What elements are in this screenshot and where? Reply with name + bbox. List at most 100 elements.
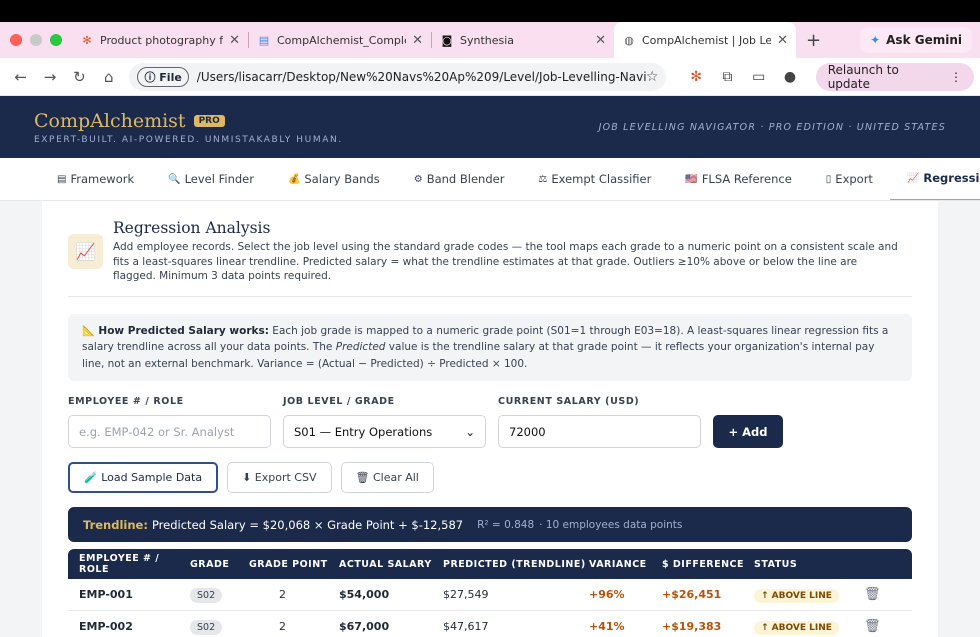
close-tab-icon[interactable]: ✕ (229, 33, 240, 48)
section-title: Regression Analysis (113, 219, 271, 237)
globe-icon: ◍ (624, 33, 634, 47)
employee-id: EMP-001 (79, 588, 133, 601)
os-top-strip (0, 0, 980, 22)
site-info-label: File (159, 70, 182, 84)
browser-tab-compalchemist-doc[interactable]: ▤ CompAlchemist_Comple ✕ (249, 22, 431, 58)
col-status: STATUS (754, 558, 798, 570)
minimize-window-button[interactable] (30, 34, 42, 46)
tab-salary-bands[interactable]: 💰 Salary Bands (271, 158, 397, 200)
col-grade: GRADE (190, 558, 230, 570)
back-arrow-icon[interactable]: ← (6, 68, 35, 86)
brand: CompAlchemist PRO EXPERT-BUILT. AI-POWER… (34, 110, 343, 145)
site-info-button[interactable]: ⓘ File (137, 66, 189, 87)
status-badge: ↑ ABOVE LINE (754, 621, 839, 635)
maximize-window-button[interactable] (50, 34, 62, 46)
tab-framework[interactable]: ▤ Framework (40, 158, 151, 200)
salary-input[interactable]: 72000 (498, 415, 701, 448)
gemini-icon: ✦ (870, 33, 881, 47)
bookmark-star-icon[interactable]: ☆ (646, 69, 659, 85)
tab-flsa-reference[interactable]: 🇺🇸 FLSA Reference (668, 158, 808, 200)
new-tab-button[interactable]: + (796, 30, 831, 51)
relaunch-button[interactable]: Relaunch to update ⋮ (815, 62, 974, 91)
brand-name[interactable]: CompAlchemist (34, 110, 186, 132)
info-heading: How Predicted Salary works: (98, 324, 269, 337)
level-select[interactable]: S01 — Entry Operations ⌄ (283, 415, 486, 448)
kebab-menu-icon: ⋮ (950, 69, 962, 84)
tab-label: Framework (70, 172, 135, 186)
col-difference: $ DIFFERENCE (662, 558, 745, 570)
variance: +96% (589, 588, 625, 601)
action-buttons: 🧪 Load Sample Data ⬇ Export CSV 🗑 Clear … (68, 462, 912, 493)
tab-label: Exempt Classifier (551, 172, 652, 186)
browser-tab-job-levelling[interactable]: ◍ CompAlchemist | Job Lev ✕ (614, 22, 796, 58)
profile-avatar-icon[interactable]: ● (774, 69, 805, 85)
grade-pill: S02 (190, 620, 223, 635)
window-controls (0, 34, 72, 46)
close-tab-icon[interactable]: ✕ (777, 33, 788, 48)
regression-table: EMPLOYEE # / ROLE GRADE GRADE POINT ACTU… (68, 549, 912, 637)
document-icon: ▯ (825, 173, 832, 185)
section-header: 📈 Regression Analysis Add employee recor… (68, 219, 912, 284)
browser-tab-photography[interactable]: ✻ Product photography for ✕ (72, 22, 248, 58)
load-sample-button[interactable]: 🧪 Load Sample Data (68, 462, 219, 493)
trash-icon[interactable]: 🗑 (864, 619, 904, 634)
difference: +$19,383 (662, 620, 722, 633)
close-tab-icon[interactable]: ✕ (595, 33, 606, 48)
omnibox[interactable]: ⓘ File /Users/lisacarr/Desktop/New%20Nav… (129, 62, 667, 91)
edition-label: JOB LEVELLING NAVIGATOR · PRO EDITION · … (598, 121, 946, 133)
add-employee-form: EMPLOYEE # / ROLE e.g. EMP-042 or Sr. An… (68, 396, 912, 448)
employee-label: EMPLOYEE # / ROLE (68, 396, 184, 407)
brand-tagline: EXPERT-BUILT. AI-POWERED. UNMISTAKABLY H… (34, 134, 343, 145)
home-icon[interactable]: ⌂ (94, 68, 123, 86)
difference: +$26,451 (662, 588, 722, 601)
url-text[interactable]: /Users/lisacarr/Desktop/New%20Navs%20Ap%… (197, 70, 646, 84)
extension-sparkle-icon[interactable]: ✻ (680, 69, 711, 85)
col-grade-point: GRADE POINT (249, 558, 328, 570)
content-area: 📈 Regression Analysis Add employee recor… (0, 201, 980, 637)
chevron-down-icon: ⌄ (465, 424, 475, 439)
close-tab-icon[interactable]: ✕ (412, 33, 423, 48)
tab-level-finder[interactable]: 🔍 Level Finder (151, 158, 271, 200)
tab-regression[interactable]: 📈Regression (889, 158, 980, 200)
actual-salary: $54,000 (339, 588, 390, 601)
trash-icon[interactable]: 🗑 (864, 587, 904, 602)
employee-input[interactable]: e.g. EMP-042 or Sr. Analyst (68, 415, 271, 448)
col-employee: EMPLOYEE # / ROLE (79, 553, 160, 575)
col-predicted: PREDICTED (TRENDLINE) (443, 558, 586, 570)
tab-export[interactable]: ▯ Export (809, 158, 890, 200)
close-window-button[interactable] (10, 34, 22, 46)
extensions-puzzle-icon[interactable]: ⧉ (712, 69, 743, 85)
export-csv-button[interactable]: ⬇ Export CSV (227, 462, 332, 493)
relaunch-label: Relaunch to update (827, 62, 899, 91)
divider (68, 295, 912, 297)
info-icon: ⓘ (144, 70, 160, 84)
ask-gemini-button[interactable]: ✦ Ask Gemini (860, 27, 972, 53)
app-header: CompAlchemist PRO EXPERT-BUILT. AI-POWER… (0, 96, 980, 158)
tab-exempt-classifier[interactable]: ⚖ Exempt Classifier (521, 158, 668, 200)
actual-salary: $67,000 (339, 620, 390, 633)
level-label: JOB LEVEL / GRADE (283, 396, 395, 407)
add-button[interactable]: + Add (713, 415, 783, 448)
grade-point: 2 (279, 620, 286, 633)
trendline-equation: Predicted Salary = $20,068 × Grade Point… (151, 517, 464, 532)
ask-gemini-label: Ask Gemini (886, 33, 962, 47)
us-flag-icon: 🇺🇸 (685, 173, 698, 185)
cast-icon[interactable]: ▭ (743, 69, 774, 85)
salary-label: CURRENT SALARY (USD) (498, 396, 640, 407)
tab-band-blender[interactable]: ⚙ Band Blender (397, 158, 522, 200)
browser-tab-synthesia[interactable]: ◙ Synthesia ✕ (432, 22, 614, 58)
col-variance: VARIANCE (589, 558, 647, 570)
reload-icon[interactable]: ↻ (65, 68, 94, 86)
sparkle-icon: ✻ (82, 33, 92, 47)
tab-title: Synthesia (460, 33, 515, 47)
tab-label: Level Finder (184, 172, 254, 186)
predicted-salary: $47,617 (443, 620, 489, 633)
forward-arrow-icon[interactable]: → (35, 68, 64, 86)
predicted-salary: $27,549 (443, 588, 489, 601)
tab-label: Salary Bands (304, 172, 380, 186)
employee-id: EMP-002 (79, 620, 133, 633)
clear-all-button[interactable]: 🗑 Clear All (340, 462, 434, 493)
pro-badge: PRO (193, 114, 225, 127)
info-box: 📐 How Predicted Salary works: Each job g… (68, 313, 912, 381)
money-bag-icon: 💰 (287, 173, 301, 185)
